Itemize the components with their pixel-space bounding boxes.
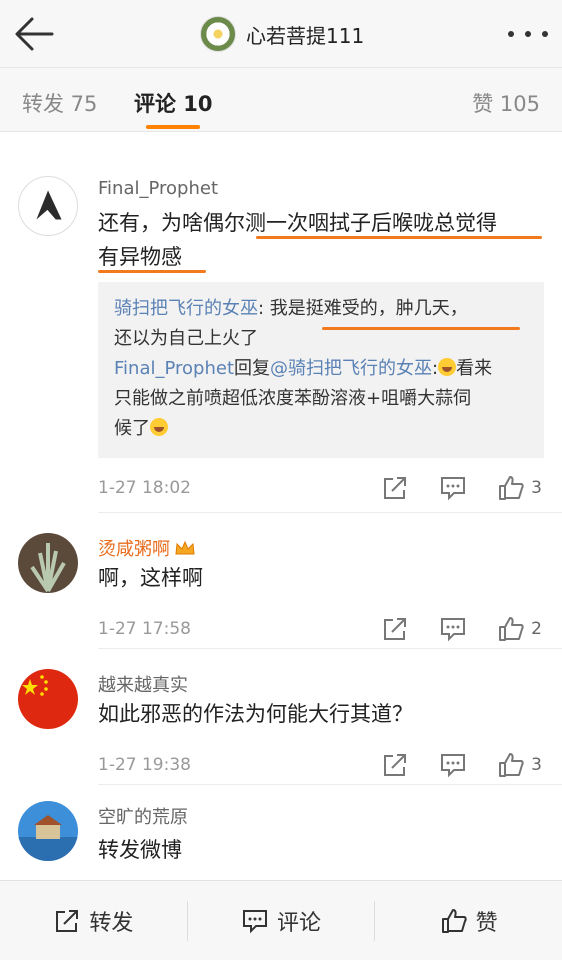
comment-text: 转发微博 [98, 838, 182, 862]
like-count: 3 [531, 755, 542, 775]
tab-repost[interactable]: 转发 75 [22, 88, 97, 118]
comment-icon[interactable] [439, 751, 467, 779]
avatar[interactable] [18, 176, 78, 236]
like-count: 2 [531, 619, 542, 639]
reply-box[interactable]: 骑扫把飞行的女巫: 我是挺难受的，肿几天， 还以为自己上火了 Final_Pro… [98, 282, 544, 458]
comment-actions: 3 [381, 751, 542, 779]
thumbs-up-icon[interactable] [497, 615, 525, 643]
comment-icon[interactable] [439, 474, 467, 502]
reply-line: Final_Prophet回复@骑扫把飞行的女巫: 看来 [114, 354, 528, 384]
repost-label: 转发 [89, 910, 134, 936]
like-button[interactable]: 赞 [375, 905, 562, 937]
comment-button[interactable]: 评论 [188, 905, 375, 937]
active-tab-indicator [146, 125, 200, 129]
laugh-cry-emoji-icon [150, 418, 168, 436]
reply-text: 候了 [114, 418, 150, 439]
comment-text-line1: 还有，为啥偶尔测一次咽拭子后喉咙总觉得 [98, 211, 497, 235]
reply-username[interactable]: 骑扫把飞行的女巫 [114, 298, 258, 319]
comment-item: Final_Prophet 还有，为啥偶尔测一次咽拭子后喉咙总觉得 有异物感 骑… [0, 132, 562, 513]
comment-username[interactable]: Final_Prophet [98, 178, 218, 199]
comment-icon [243, 909, 267, 933]
share-icon[interactable] [381, 615, 409, 643]
tab-comments[interactable]: 评论 10 [134, 88, 213, 118]
share-icon[interactable] [381, 751, 409, 779]
tab-bar: 转发 75 评论 10 赞 105 [0, 68, 562, 132]
reply-line: 候了 [114, 414, 528, 444]
comment-item: 越来越真实 如此邪恶的作法为何能大行其道？ 1-27 19:38 3 [0, 649, 562, 785]
comment-text-line2: 有异物感 [98, 245, 182, 269]
comment-time: 1-27 17:58 [98, 619, 191, 639]
like-label: 赞 [475, 910, 498, 936]
share-icon[interactable] [381, 474, 409, 502]
thumbs-up-icon [441, 908, 467, 933]
highlight-underline [98, 270, 206, 273]
more-dots-icon[interactable] [508, 26, 548, 42]
comment-username[interactable]: 越来越真实 [98, 671, 188, 697]
comment-list[interactable]: Final_Prophet 还有，为啥偶尔测一次咽拭子后喉咙总觉得 有异物感 骑… [0, 132, 562, 880]
tab-likes[interactable]: 赞 105 [472, 88, 540, 118]
comment-time: 1-27 19:38 [98, 755, 191, 775]
thumbs-up-icon[interactable] [497, 474, 525, 502]
crown-icon [175, 540, 195, 555]
comment-username[interactable]: 烫咸粥啊 [98, 535, 196, 561]
comment-actions: 3 [381, 474, 542, 502]
share-icon [56, 909, 79, 932]
username-text[interactable]: 烫咸粥啊 [98, 539, 170, 560]
reply-verb: 回复 [234, 358, 271, 379]
author-name: 心若菩提111 [246, 23, 365, 48]
like-count: 3 [531, 478, 542, 498]
highlight-underline [322, 327, 520, 330]
comment-text: 啊，这样啊 [98, 566, 203, 590]
comment-actions: 2 [381, 615, 542, 643]
bottom-action-bar: 转发 评论 赞 [0, 880, 562, 960]
reply-text: 看来 [456, 358, 493, 379]
avatar[interactable] [18, 801, 78, 861]
comment-username[interactable]: 空旷的荒原 [98, 803, 188, 829]
thumbs-up-icon[interactable] [497, 751, 525, 779]
reply-mention[interactable]: @骑扫把飞行的女巫 [270, 358, 432, 379]
arrow-left-icon[interactable] [12, 14, 56, 54]
reply-line: 骑扫把飞行的女巫: 我是挺难受的，肿几天， [114, 294, 528, 324]
comment-item: 空旷的荒原 转发微博 [0, 785, 562, 880]
page-title[interactable]: 心若菩提111 [200, 14, 364, 54]
laugh-cry-emoji-icon [438, 358, 457, 376]
reply-line: 只能做之前喷超低浓度苯酚溶液+咀嚼大蒜伺 [114, 388, 472, 409]
top-bar: 心若菩提111 [0, 0, 562, 68]
reply-text: : 我是挺难受的，肿几天， [258, 298, 468, 319]
avatar[interactable] [18, 533, 78, 593]
comment-label: 评论 [277, 910, 322, 936]
comment-icon[interactable] [439, 615, 467, 643]
avatar[interactable] [18, 669, 78, 729]
reply-username[interactable]: Final_Prophet [114, 358, 234, 379]
highlight-underline [256, 236, 542, 239]
repost-button[interactable]: 转发 [0, 905, 187, 937]
comment-time: 1-27 18:02 [98, 478, 191, 498]
author-avatar [200, 16, 236, 52]
comment-item: 烫咸粥啊 啊，这样啊 1-27 17:58 2 [0, 513, 562, 649]
comment-text: 如此邪恶的作法为何能大行其道？ [98, 702, 413, 726]
